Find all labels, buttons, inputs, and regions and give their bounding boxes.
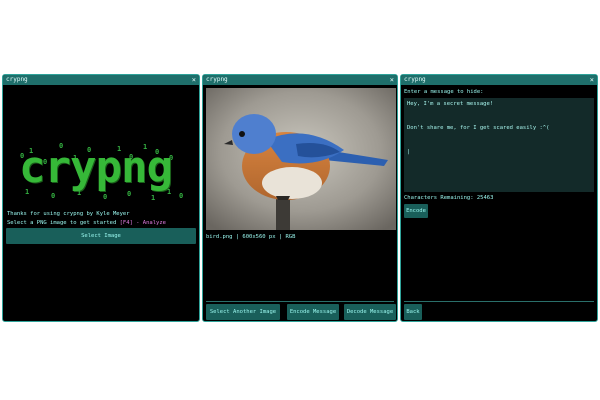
window-title: crypng [6,76,28,83]
analyze-hint: [F4] - Analyze [119,220,166,226]
decode-message-button[interactable]: Decode Message [344,304,396,320]
divider [404,301,594,302]
logo-bit: 1 [77,189,82,197]
logo-bit: 1 [25,188,30,196]
crypng-window-encode: crypng × Enter a message to hide: Hey, I… [400,74,598,322]
titlebar[interactable]: crypng × [401,75,597,85]
bird-image [206,88,396,230]
logo-bit: 0 [179,192,184,200]
image-preview [206,88,396,230]
titlebar[interactable]: crypng × [203,75,397,85]
close-icon[interactable]: × [390,75,394,85]
titlebar[interactable]: crypng × [3,75,199,85]
crypng-window-preview: crypng × bird.png | 600x560 px | RGB Sel… [202,74,398,322]
select-image-button[interactable]: Select Image [6,228,196,244]
encode-message-button[interactable]: Encode Message [287,304,339,320]
close-icon[interactable]: × [192,75,196,85]
divider [206,301,394,302]
thanks-text: Thanks for using crypng by Kyle Meyer [7,211,130,217]
window-title: crypng [404,76,426,83]
prompt-text: Select a PNG image to get started [7,220,117,226]
back-button[interactable]: Back [404,304,422,320]
message-label: Enter a message to hide: [404,89,484,95]
image-info: bird.png | 600x560 px | RGB [206,234,296,240]
encode-button[interactable]: Encode [404,204,428,218]
close-icon[interactable]: × [590,75,594,85]
characters-remaining: Characters Remaining: 25463 [404,195,494,201]
window-title: crypng [206,76,228,83]
logo-bit: 0 [51,192,56,200]
logo-bit: 1 [151,194,156,202]
logo-bit: 0 [127,190,132,198]
logo-bit: 0 [103,193,108,201]
select-another-image-button[interactable]: Select Another Image [206,304,280,320]
message-textarea[interactable]: Hey, I'm a secret message! Don't share m… [404,98,594,192]
crypng-window-intro: crypng × 0 1 0 0 1 0 1 1 0 1 0 0 crypng … [2,74,200,322]
logo-bit: 1 [167,188,172,196]
prompt-line: Select a PNG image to get started [F4] -… [7,220,166,226]
crypng-logo: 0 1 0 0 1 0 1 1 0 1 0 0 crypng 1 0 1 0 0… [17,140,189,202]
logo-text: crypng [19,142,173,193]
